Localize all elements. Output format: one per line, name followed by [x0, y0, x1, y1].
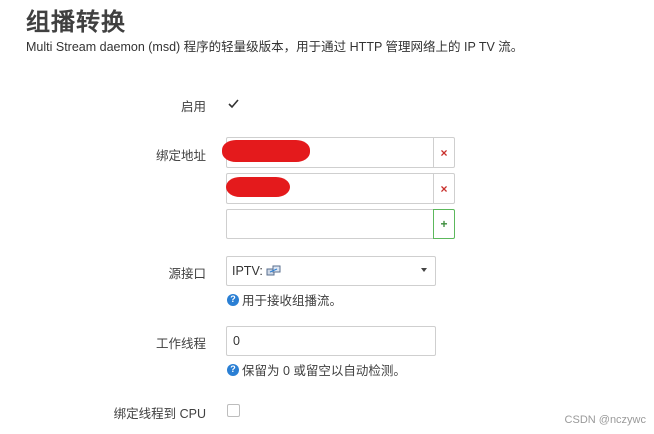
watermark: CSDN @nczywc — [564, 414, 646, 426]
remove-bind-address-1-button[interactable]: × — [433, 137, 455, 168]
add-bind-address-button[interactable]: + — [433, 209, 455, 239]
bind-cpu-label: 绑定线程到 CPU — [113, 407, 206, 421]
threads-help-text: 保留为 0 或留空以自动检测。 — [242, 364, 406, 378]
redaction-mark — [222, 140, 310, 162]
source-interface-select[interactable]: IPTV: — [226, 256, 436, 286]
page-description: Multi Stream daemon (msd) 程序的轻量级版本，用于通过 … — [26, 40, 524, 54]
bind-cpu-checkbox[interactable] — [227, 404, 240, 417]
source-interface-help: ? 用于接收组播流。 — [227, 290, 342, 309]
threads-label: 工作线程 — [155, 337, 206, 351]
network-interface-icon — [266, 265, 281, 276]
chevron-down-icon — [421, 268, 427, 272]
threads-help: ? 保留为 0 或留空以自动检测。 — [227, 360, 406, 379]
enable-checkbox[interactable] — [227, 97, 240, 110]
checkmark-icon — [228, 99, 239, 109]
redaction-mark — [226, 177, 290, 197]
source-interface-label: 源接口 — [168, 267, 206, 281]
source-interface-help-text: 用于接收组播流。 — [242, 294, 343, 308]
question-circle-icon: ? — [227, 293, 239, 306]
bind-address-new-entry — [226, 209, 434, 239]
enable-label: 启用 — [180, 100, 206, 114]
bind-address-label: 绑定地址 — [155, 149, 206, 163]
bind-address-new-input[interactable] — [226, 209, 434, 239]
source-interface-value: IPTV: — [232, 264, 263, 278]
remove-bind-address-2-button[interactable]: × — [433, 173, 455, 204]
question-circle-icon: ? — [227, 363, 239, 376]
threads-input[interactable] — [226, 326, 436, 356]
page-title: 组播转换 — [26, 9, 126, 36]
